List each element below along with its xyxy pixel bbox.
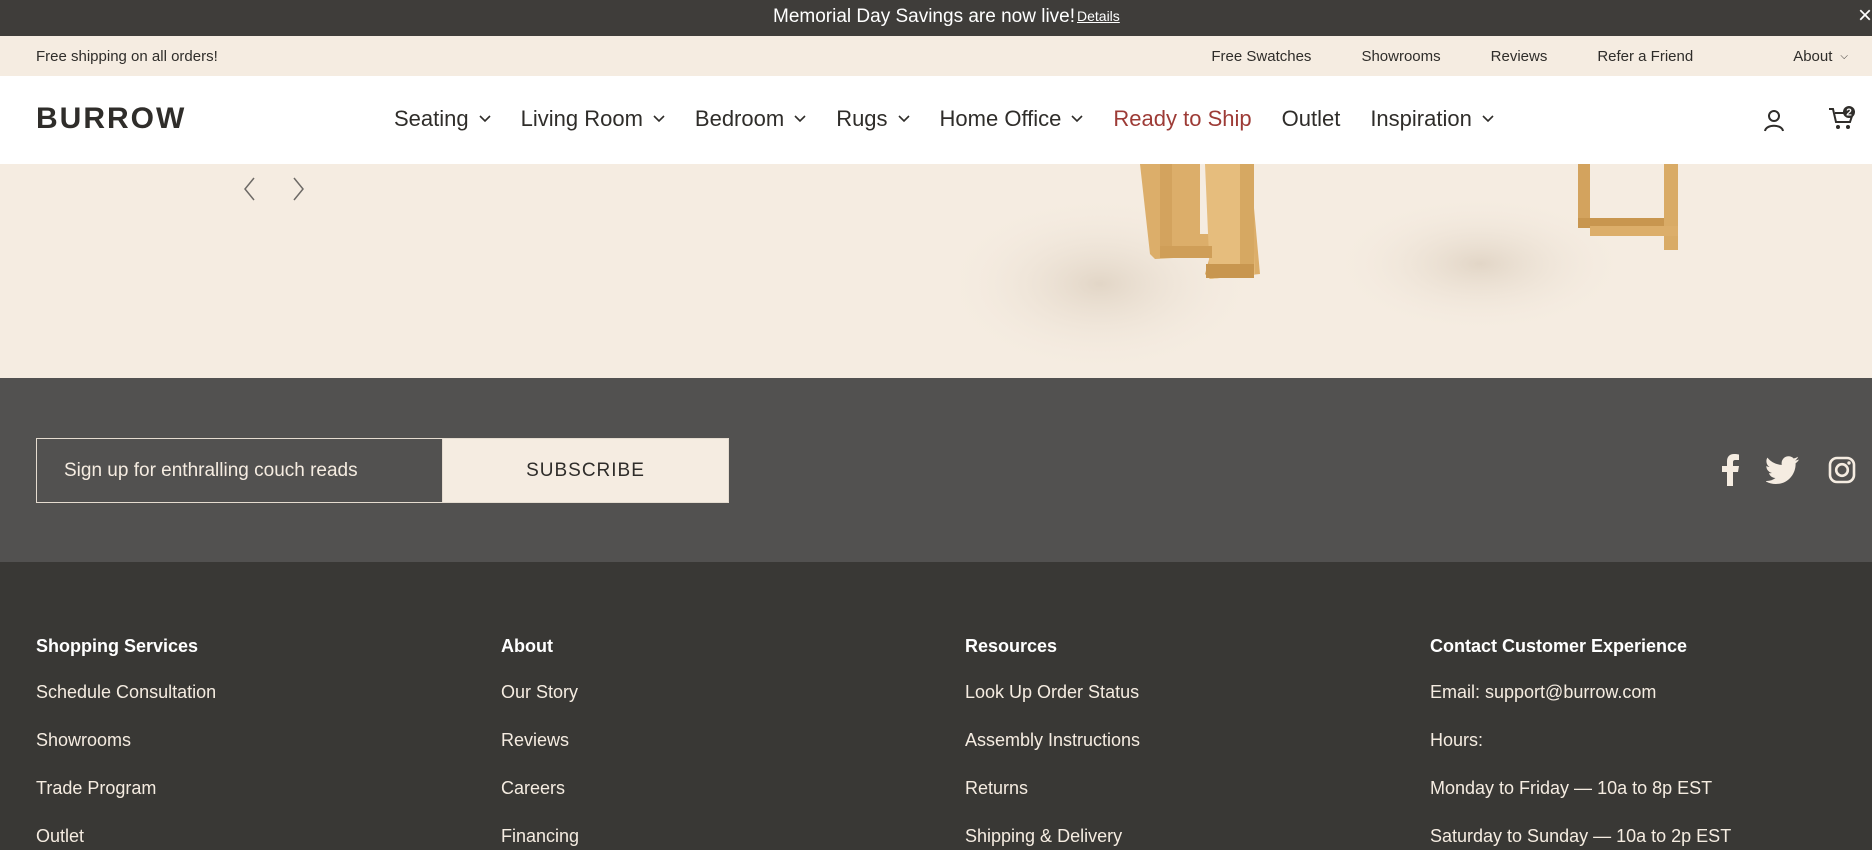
utility-link-free-swatches[interactable]: Free Swatches <box>1211 48 1311 65</box>
footer-link[interactable]: Shipping & Delivery <box>965 826 1140 850</box>
utility-link-about[interactable]: About ⌵ <box>1743 48 1848 65</box>
nav-item-ready-to-ship[interactable]: Ready to Ship <box>1113 106 1251 132</box>
chevron-down-icon <box>1482 115 1494 123</box>
nav-item-home-office[interactable]: Home Office <box>940 106 1084 132</box>
free-shipping-text: Free shipping on all orders! <box>36 48 218 65</box>
footer-heading: Resources <box>965 636 1058 656</box>
chevron-down-icon <box>479 115 491 123</box>
nav-item-label: Living Room <box>520 106 643 131</box>
footer-heading: Contact Customer Experience <box>1430 636 1688 656</box>
instagram-icon[interactable] <box>1828 454 1856 486</box>
nav-item-label: Seating <box>394 106 469 131</box>
chevron-down-icon <box>653 115 665 123</box>
facebook-icon[interactable] <box>1720 454 1740 486</box>
newsletter-form: SUBSCRIBE <box>36 438 729 503</box>
account-icon[interactable] <box>1762 108 1786 132</box>
footer-link[interactable]: Showrooms <box>36 730 216 778</box>
footer-hours-label: Hours: <box>1430 730 1484 750</box>
utility-link-showrooms[interactable]: Showrooms <box>1361 48 1440 65</box>
subscribe-button[interactable]: SUBSCRIBE <box>443 439 728 502</box>
footer-column-contact: Contact Customer Experience Email: suppo… <box>1430 636 1731 850</box>
close-icon[interactable]: × <box>1858 2 1872 30</box>
utility-link-about-label: About <box>1793 48 1833 65</box>
carousel-next-icon[interactable] <box>288 176 308 202</box>
chevron-down-icon <box>794 115 806 123</box>
announcement-details-link[interactable]: Details <box>1077 8 1120 24</box>
footer-link[interactable]: Look Up Order Status <box>965 682 1140 730</box>
nav-menu: Seating Living Room Bedroom Rugs Home Of… <box>394 106 1524 132</box>
footer-hours-weekend: Saturday to Sunday — 10a to 2p EST <box>1430 826 1732 846</box>
nav-item-label: Home Office <box>939 106 1062 131</box>
carousel-prev-icon[interactable] <box>240 176 260 202</box>
footer-heading: About <box>501 636 553 656</box>
footer-link[interactable]: Financing <box>501 826 579 850</box>
footer-link[interactable]: Returns <box>965 778 1140 826</box>
footer-heading: Shopping Services <box>36 636 199 656</box>
utility-link-refer-a-friend[interactable]: Refer a Friend <box>1597 48 1693 65</box>
footer-column-about: About Our Story Reviews Careers Financin… <box>501 636 579 850</box>
footer-column-resources: Resources Look Up Order Status Assembly … <box>965 636 1140 850</box>
utility-links: Free Swatches Showrooms Reviews Refer a … <box>1161 48 1848 65</box>
footer-link[interactable]: Trade Program <box>36 778 216 826</box>
footer-link[interactable]: Our Story <box>501 682 579 730</box>
nav-item-label: Outlet <box>1281 106 1341 131</box>
cart-count-badge: 2 <box>1846 108 1852 119</box>
nav-item-label: Ready to Ship <box>1113 106 1252 131</box>
nav-item-inspiration[interactable]: Inspiration <box>1370 106 1494 132</box>
nav-item-label: Inspiration <box>1370 106 1472 131</box>
footer-contact-email[interactable]: Email: support@burrow.com <box>1430 682 1731 730</box>
footer-link[interactable]: Careers <box>501 778 579 826</box>
nav-item-living-room[interactable]: Living Room <box>521 106 665 132</box>
nav-item-bedroom[interactable]: Bedroom <box>695 106 806 132</box>
footer-link[interactable]: Reviews <box>501 730 579 778</box>
utility-link-reviews[interactable]: Reviews <box>1491 48 1548 65</box>
newsletter-email-input[interactable] <box>37 439 443 502</box>
utility-bar: Free shipping on all orders! Free Swatch… <box>0 36 1872 76</box>
nav-item-label: Rugs <box>836 106 888 131</box>
hero-carousel <box>0 164 1872 378</box>
newsletter-section: SUBSCRIBE <box>0 378 1872 562</box>
footer-column-shopping-services: Shopping Services Schedule Consultation … <box>36 636 216 850</box>
nav-item-label: Bedroom <box>694 106 785 131</box>
footer-hours-weekday: Monday to Friday — 10a to 8p EST <box>1430 778 1713 798</box>
cart-icon[interactable]: 2 <box>1828 106 1856 132</box>
chevron-down-icon <box>897 115 910 123</box>
announcement-bar: Memorial Day Savings are now live! Detai… <box>0 0 1872 36</box>
chevron-down-icon <box>1071 115 1083 123</box>
footer-link[interactable]: Outlet <box>36 826 216 850</box>
footer-link[interactable]: Schedule Consultation <box>36 682 216 730</box>
table-legs-image <box>960 164 1678 374</box>
burrow-logo[interactable]: BURROW <box>36 102 186 136</box>
footer-link[interactable]: Assembly Instructions <box>965 730 1140 778</box>
nav-item-rugs[interactable]: Rugs <box>836 106 910 132</box>
nav-item-outlet[interactable]: Outlet <box>1282 106 1341 132</box>
chevron-down-icon: ⌵ <box>1840 51 1848 62</box>
site-footer: Shopping Services Schedule Consultation … <box>0 562 1872 850</box>
nav-item-seating[interactable]: Seating <box>394 106 491 132</box>
twitter-icon[interactable] <box>1766 454 1800 486</box>
main-nav: BURROW Seating Living Room Bedroom Rugs … <box>0 76 1872 164</box>
announcement-message: Memorial Day Savings are now live! <box>773 6 1076 27</box>
